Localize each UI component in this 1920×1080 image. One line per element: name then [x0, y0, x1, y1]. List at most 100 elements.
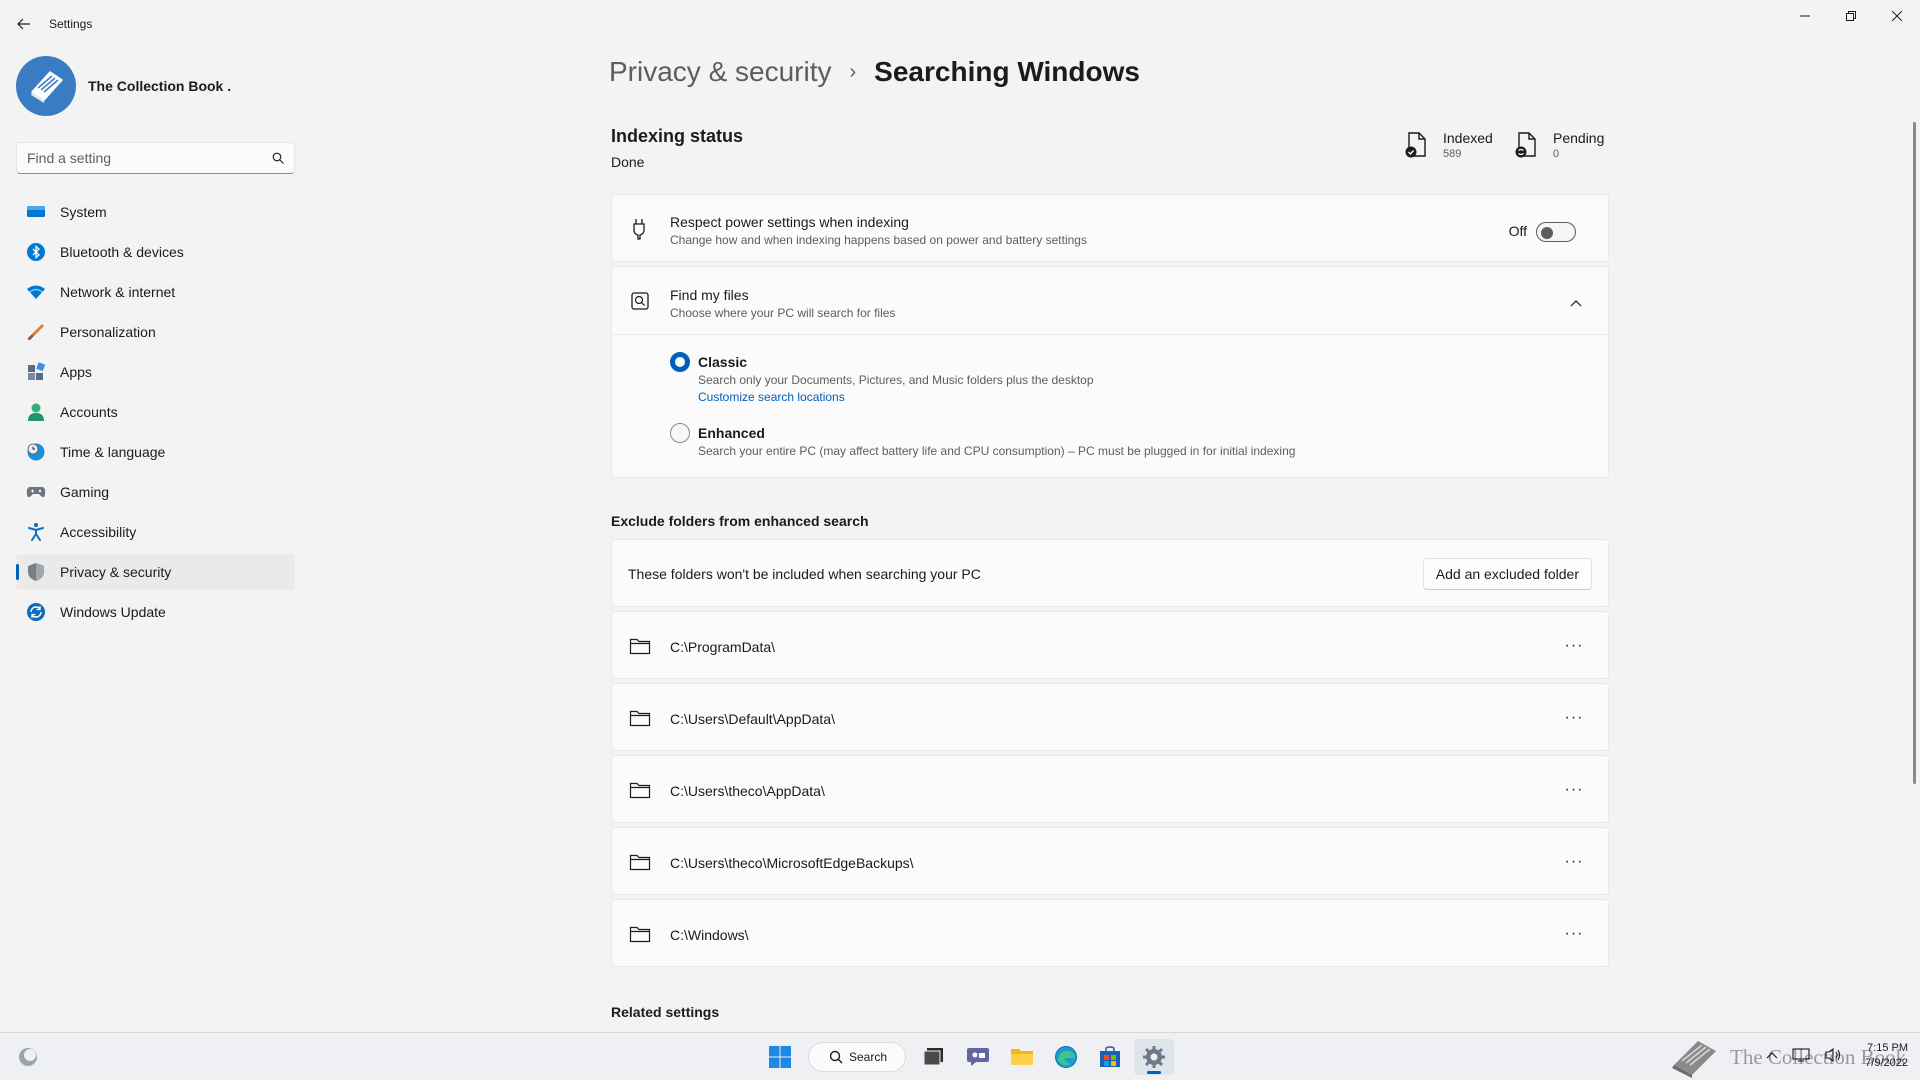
customize-search-locations-link[interactable]: Customize search locations: [698, 390, 845, 404]
find-my-files-header[interactable]: Find my files Choose where your PC will …: [612, 267, 1608, 335]
collapse-chevron-button[interactable]: [1566, 295, 1586, 311]
sidebar-item-system[interactable]: System: [16, 194, 295, 230]
brush-icon: [26, 322, 46, 342]
more-options-button[interactable]: ···: [1560, 706, 1588, 730]
weather-widget-icon: [19, 1048, 37, 1066]
sidebar-item-time-language[interactable]: Time & language: [16, 434, 295, 470]
minimize-button[interactable]: [1782, 0, 1828, 32]
folder-path: C:\Users\theco\MicrosoftEdgeBackups\: [670, 855, 914, 871]
taskbar: Search The Collection Book 7:15 PM 7/9/2…: [0, 1032, 1920, 1080]
folder-icon: [628, 706, 652, 730]
user-profile[interactable]: The Collection Book .: [16, 56, 231, 116]
close-icon: [1892, 11, 1902, 21]
classic-radio[interactable]: [670, 352, 690, 372]
indexed-file-icon: [1405, 132, 1426, 158]
sidebar-item-label: Accessibility: [60, 524, 137, 540]
apps-icon: [26, 362, 46, 382]
more-options-button[interactable]: ···: [1560, 922, 1588, 946]
folder-path: C:\ProgramData\: [670, 639, 776, 655]
sidebar-item-bluetooth[interactable]: Bluetooth & devices: [16, 234, 295, 270]
edge-icon: [1055, 1046, 1077, 1068]
start-button[interactable]: [760, 1039, 800, 1075]
shield-icon: [26, 562, 46, 582]
store-button[interactable]: [1090, 1039, 1130, 1075]
power-settings-title: Respect power settings when indexing: [670, 214, 909, 230]
pending-stat: Pending 0: [1513, 130, 1604, 160]
settings-app-button[interactable]: [1134, 1039, 1174, 1075]
store-icon: [1100, 1046, 1120, 1067]
settings-search[interactable]: [16, 142, 295, 174]
vertical-scrollbar[interactable]: [1913, 122, 1916, 784]
sidebar-item-accessibility[interactable]: Accessibility: [16, 514, 295, 550]
sidebar-item-label: Windows Update: [60, 604, 166, 620]
sidebar-item-accounts[interactable]: Accounts: [16, 394, 295, 430]
chat-icon: [967, 1048, 989, 1066]
enhanced-description: Search your entire PC (may affect batter…: [698, 444, 1296, 458]
sidebar-item-privacy-security[interactable]: Privacy & security: [16, 554, 295, 590]
avatar: [16, 56, 76, 116]
gear-icon: [1143, 1046, 1165, 1068]
volume-icon[interactable]: [1824, 1047, 1844, 1063]
person-icon: [26, 402, 46, 422]
sidebar-item-windows-update[interactable]: Windows Update: [16, 594, 295, 630]
edge-browser-button[interactable]: [1046, 1039, 1086, 1075]
display-icon[interactable]: [1792, 1048, 1810, 1062]
bluetooth-icon: [26, 242, 46, 262]
power-settings-toggle[interactable]: [1536, 222, 1576, 242]
chat-button[interactable]: [958, 1039, 998, 1075]
exclude-info-card: These folders won't be included when sea…: [611, 539, 1609, 607]
more-options-button[interactable]: ···: [1560, 634, 1588, 658]
indexing-status-value: Done: [611, 154, 645, 170]
add-excluded-folder-button[interactable]: Add an excluded folder: [1422, 558, 1592, 590]
find-my-files-card: Find my files Choose where your PC will …: [611, 266, 1609, 478]
restore-icon: [1846, 11, 1856, 21]
file-explorer-button[interactable]: [1002, 1039, 1042, 1075]
task-view-button[interactable]: [914, 1039, 954, 1075]
power-settings-card: Respect power settings when indexing Cha…: [611, 194, 1609, 262]
indexing-status-title: Indexing status: [611, 126, 744, 146]
task-view-icon: [923, 1048, 943, 1066]
pending-count: 0: [1553, 148, 1560, 160]
sidebar-item-gaming[interactable]: Gaming: [16, 474, 295, 510]
sidebar-item-label: Privacy & security: [60, 564, 172, 580]
indexed-label: Indexed: [1443, 130, 1493, 146]
sidebar-item-apps[interactable]: Apps: [16, 354, 295, 390]
sidebar-item-label: Time & language: [60, 444, 166, 460]
more-options-button[interactable]: ···: [1560, 850, 1588, 874]
sidebar-item-label: System: [60, 204, 107, 220]
sidebar-item-network[interactable]: Network & internet: [16, 274, 295, 310]
breadcrumb-parent[interactable]: Privacy & security: [609, 56, 832, 88]
folder-path: C:\Users\Default\AppData\: [670, 711, 835, 727]
clock-date: 7/9/2022: [1865, 1057, 1908, 1069]
enhanced-radio[interactable]: [670, 423, 690, 443]
sidebar-item-label: Personalization: [60, 324, 156, 340]
page-title: Searching Windows: [874, 56, 1140, 87]
sidebar-item-personalization[interactable]: Personalization: [16, 314, 295, 350]
sidebar-item-label: Accounts: [60, 404, 118, 420]
back-button[interactable]: [10, 12, 38, 36]
folder-icon: [628, 778, 652, 802]
excluded-folder-row: C:\ProgramData\ ···: [611, 611, 1609, 679]
classic-label[interactable]: Classic: [698, 354, 747, 370]
pending-file-icon: [1515, 132, 1536, 158]
window-controls: [1782, 0, 1920, 32]
system-tray: [1766, 1047, 1844, 1063]
taskbar-clock[interactable]: 7:15 PM 7/9/2022: [1865, 1041, 1908, 1071]
folder-icon: [628, 922, 652, 946]
more-options-button[interactable]: ···: [1560, 778, 1588, 802]
search-input[interactable]: [27, 150, 272, 166]
close-button[interactable]: [1874, 0, 1920, 32]
power-plug-icon: [628, 217, 652, 241]
breadcrumb: Privacy & security › Searching Windows: [609, 56, 1140, 88]
search-icon[interactable]: [272, 152, 284, 164]
accessibility-icon: [26, 522, 46, 542]
find-my-files-description: Choose where your PC will search for fil…: [670, 306, 896, 320]
book-icon: [31, 71, 63, 103]
chevron-up-icon[interactable]: [1766, 1051, 1778, 1059]
widgets-button[interactable]: [16, 1045, 40, 1069]
update-icon: [26, 602, 46, 622]
restore-button[interactable]: [1828, 0, 1874, 32]
enhanced-label[interactable]: Enhanced: [698, 425, 765, 441]
taskbar-apps: Search: [758, 1039, 1176, 1075]
taskbar-search[interactable]: Search: [808, 1042, 906, 1072]
